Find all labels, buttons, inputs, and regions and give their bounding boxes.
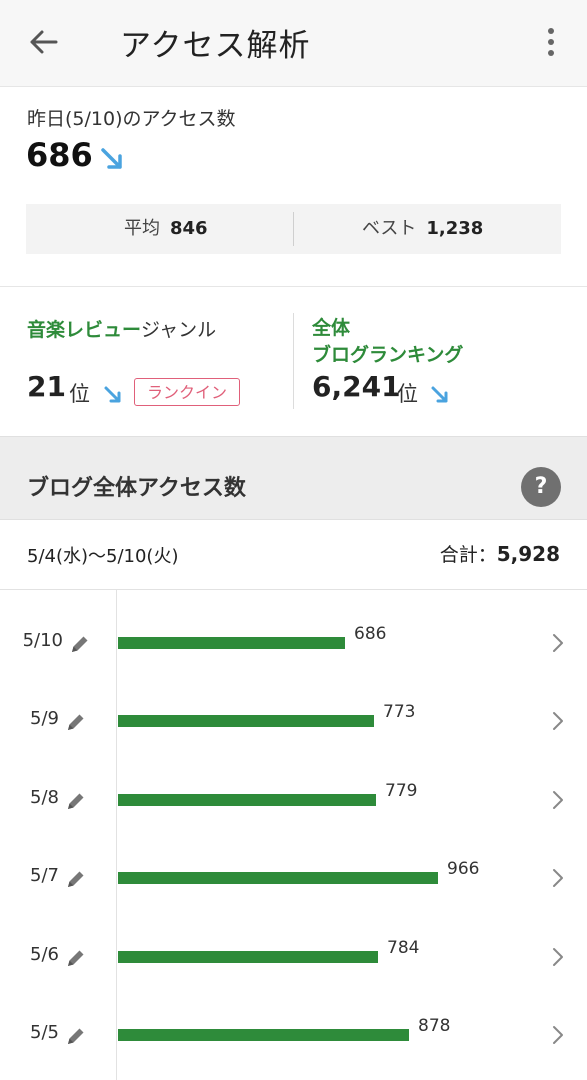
chart-category-label: 5/7 [30,865,59,887]
total-count: 合計：5,928 [440,540,560,567]
total-label: 合計： [439,544,497,566]
stats-divider [293,212,294,246]
overall-rank-unit: 位 [397,382,418,406]
genre-rank-unit: 位 [69,382,90,406]
more-vert-icon[interactable] [538,22,564,62]
trend-down-icon [104,386,121,403]
genre-name: 音楽レビュー [27,319,142,341]
chart-category-label: 5/5 [30,1022,59,1043]
app-bar: アクセス解析 [0,0,587,87]
trend-down-icon [101,148,122,169]
yesterday-value: 686 [26,136,93,174]
chart-bar [118,793,376,806]
chevron-right-icon[interactable] [550,946,566,968]
chart-row[interactable]: 5/6 784 [0,926,587,986]
chart-row[interactable]: 5/5 878 [0,1004,587,1064]
edit-pencil-icon[interactable] [68,632,92,656]
rank-in-badge: ランクイン [134,378,240,406]
overall-label-line2: ブログランキング [312,344,464,366]
edit-pencil-icon[interactable] [64,789,88,813]
chevron-right-icon[interactable] [550,1024,566,1046]
help-icon[interactable]: ? [521,467,561,507]
best-label: ベスト [362,218,417,239]
average-stat: 平均 846 [124,204,208,254]
overall-ranking-label[interactable]: 全体 ブログランキング [312,315,463,369]
genre-rank-value: 21 [27,370,66,403]
chart-row[interactable]: 5/9 773 [0,690,587,750]
chevron-right-icon[interactable] [550,867,566,889]
best-stat: ベスト 1,238 [362,204,483,254]
chart-value-label: 779 [385,780,418,801]
chevron-right-icon[interactable] [550,789,566,811]
chart-category-label: 5/10 [22,630,63,651]
chart-value-label: 784 [387,937,420,958]
genre-suffix: ジャンル [141,319,217,341]
trend-down-icon [431,386,448,403]
best-value: 1,238 [426,218,484,239]
chart-category-label: 5/9 [30,708,59,730]
chart-row[interactable]: 5/7 966 [0,847,587,907]
chevron-right-icon[interactable] [550,632,566,654]
chart-bar [118,950,378,963]
average-value: 846 [170,218,208,239]
edit-pencil-icon[interactable] [64,710,88,734]
chevron-right-icon[interactable] [550,710,566,732]
back-arrow-icon[interactable] [22,22,70,62]
section-title: ブログ全体アクセス数 [27,476,246,501]
chart-bar [118,637,345,649]
page-title: アクセス解析 [120,28,311,64]
chart-bar [118,872,438,885]
chart-row[interactable]: 5/8 779 [0,769,587,829]
chart-value-label: 773 [383,702,416,723]
chart-bar [118,1029,409,1041]
stats-box: 平均 846 ベスト 1,238 [26,204,561,254]
edit-pencil-icon[interactable] [64,867,88,891]
chart-value-label: 966 [447,859,480,880]
average-label: 平均 [124,218,160,239]
chart-category-label: 5/6 [30,943,59,965]
chart-value-label: 686 [354,624,387,644]
chart-value-label: 878 [418,1016,451,1036]
total-value: 5,928 [496,542,560,566]
chart-bar [118,715,374,728]
chart-category-label: 5/8 [30,786,59,808]
overall-label-line1: 全体 [312,317,351,339]
edit-pencil-icon[interactable] [64,946,88,970]
access-section-header: ブログ全体アクセス数 ? [0,436,587,520]
rank-divider [293,313,294,409]
chart-row[interactable]: 5/10 686 [0,612,587,672]
divider [0,589,587,590]
overall-rank-value: 6,241 [312,370,401,403]
yesterday-label: 昨日(5/10)のアクセス数 [27,108,236,130]
divider [0,286,587,287]
genre-label[interactable]: 音楽レビュージャンル [27,315,216,342]
date-range: 5/4(水)〜5/10(火) [27,546,179,567]
edit-pencil-icon[interactable] [64,1024,88,1048]
